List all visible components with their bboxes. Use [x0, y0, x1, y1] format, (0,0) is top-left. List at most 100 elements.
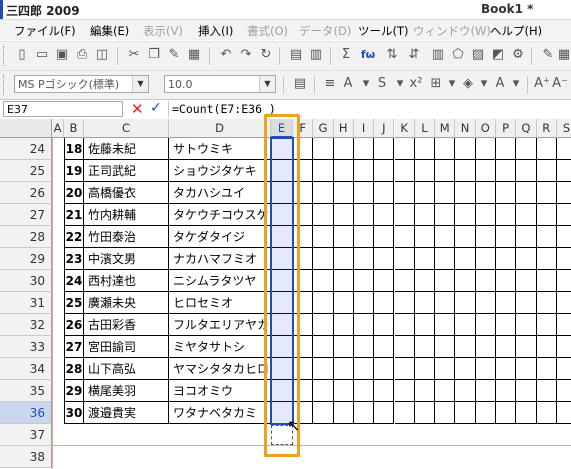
cell-empty[interactable]: [394, 292, 415, 314]
cell-empty[interactable]: [313, 204, 334, 226]
cell-empty[interactable]: [374, 138, 395, 160]
menu-view[interactable]: 表示(V): [143, 23, 183, 39]
cell-empty[interactable]: [435, 358, 456, 380]
cell-empty[interactable]: [333, 226, 354, 248]
row-header-26[interactable]: 26: [0, 182, 52, 204]
cell-empty[interactable]: [475, 248, 496, 270]
cell-empty[interactable]: [536, 182, 557, 204]
paste-icon[interactable]: ✎: [166, 47, 182, 63]
cell-empty[interactable]: [475, 226, 496, 248]
cell-empty[interactable]: [496, 336, 517, 358]
row-header-29[interactable]: 29: [0, 248, 52, 270]
column-header-o[interactable]: O: [475, 119, 496, 138]
row-header-31[interactable]: 31: [0, 292, 52, 314]
dropdown-icon[interactable]: ▾: [444, 76, 460, 92]
cell-empty[interactable]: [353, 204, 375, 226]
sum-icon[interactable]: Σ: [338, 47, 354, 63]
cell-empty[interactable]: [353, 292, 375, 314]
cell-empty[interactable]: [353, 182, 375, 204]
cell-empty[interactable]: [496, 380, 517, 402]
column-header-c[interactable]: C: [84, 119, 169, 138]
sort-desc-icon[interactable]: ⇵: [406, 47, 422, 63]
cell-empty[interactable]: [516, 182, 537, 204]
cell-kana[interactable]: サトウミキ: [169, 138, 271, 160]
cell-empty[interactable]: [536, 138, 557, 160]
cell-empty[interactable]: [556, 204, 571, 226]
cell-empty[interactable]: [455, 182, 476, 204]
column-header-l[interactable]: L: [414, 119, 436, 138]
function-icon[interactable]: fω: [360, 47, 376, 63]
cell-empty[interactable]: [333, 160, 354, 182]
format-painter-icon[interactable]: ▦: [186, 47, 202, 63]
cell-empty[interactable]: [536, 204, 557, 226]
cell-number[interactable]: 27: [64, 336, 84, 358]
cell-empty[interactable]: [374, 160, 395, 182]
column-header-i[interactable]: I: [353, 119, 375, 138]
cell-empty[interactable]: [435, 336, 456, 358]
preview-icon[interactable]: ◫: [94, 47, 110, 63]
cell-empty[interactable]: [536, 292, 557, 314]
column-header-p[interactable]: P: [496, 119, 517, 138]
cell-empty[interactable]: [556, 182, 571, 204]
new-icon[interactable]: ▯: [14, 47, 30, 63]
cell-empty[interactable]: [414, 160, 436, 182]
cell-number[interactable]: 19: [64, 160, 84, 182]
cell-empty[interactable]: [414, 314, 436, 336]
cell-empty[interactable]: [556, 402, 571, 424]
cell-kana[interactable]: ミヤタサトシ: [169, 336, 271, 358]
menu-file[interactable]: ファイル(F): [14, 23, 76, 39]
cell-empty[interactable]: [414, 336, 436, 358]
cell-kana[interactable]: ナカハマフミオ: [169, 248, 271, 270]
column-header-a[interactable]: A: [52, 119, 64, 138]
cell-empty[interactable]: [435, 248, 456, 270]
cell-empty[interactable]: [374, 292, 395, 314]
cell-empty[interactable]: [496, 138, 517, 160]
cell-empty[interactable]: [536, 226, 557, 248]
row-header-34[interactable]: 34: [0, 358, 52, 380]
cell-empty[interactable]: [333, 380, 354, 402]
cell-kana[interactable]: ワタナベタカミ: [169, 402, 271, 424]
cell-empty[interactable]: [353, 336, 375, 358]
cell-empty[interactable]: [536, 160, 557, 182]
cell-name[interactable]: 西村達也: [84, 270, 169, 292]
cell-empty[interactable]: [455, 358, 476, 380]
cell-empty[interactable]: [374, 358, 395, 380]
cell-kana[interactable]: ヨコオミウ: [169, 380, 271, 402]
cell-number[interactable]: 22: [64, 226, 84, 248]
grow-font-icon[interactable]: A⁺: [534, 76, 550, 92]
cell-empty[interactable]: [496, 248, 517, 270]
cell-number[interactable]: 21: [64, 204, 84, 226]
cell-empty[interactable]: [353, 270, 375, 292]
cell-kana[interactable]: タカハシユイ: [169, 182, 271, 204]
cell-empty[interactable]: [435, 292, 456, 314]
cell-empty[interactable]: [313, 314, 334, 336]
dropdown-icon[interactable]: ▾: [508, 76, 524, 92]
cell-empty[interactable]: [394, 138, 415, 160]
row-header-32[interactable]: 32: [0, 314, 52, 336]
cell-empty[interactable]: [455, 204, 476, 226]
cell-empty[interactable]: [353, 402, 375, 424]
cell-empty[interactable]: [313, 402, 334, 424]
cell-empty[interactable]: [516, 270, 537, 292]
edit-icon[interactable]: ✎: [540, 47, 556, 63]
row-header-36[interactable]: 36: [0, 402, 52, 424]
cell-empty[interactable]: [435, 226, 456, 248]
cell-empty[interactable]: [455, 314, 476, 336]
cell-empty[interactable]: [414, 380, 436, 402]
cell-empty[interactable]: [455, 402, 476, 424]
cell-empty[interactable]: [435, 160, 456, 182]
cell-name[interactable]: 中濱文男: [84, 248, 169, 270]
row-header-27[interactable]: 27: [0, 204, 52, 226]
cell-name[interactable]: 山下高弘: [84, 358, 169, 380]
column-header-h[interactable]: H: [333, 119, 354, 138]
cell-empty[interactable]: [516, 402, 537, 424]
chevron-down-icon[interactable]: ▼: [132, 76, 148, 92]
cell-kana[interactable]: タケダタイジ: [169, 226, 271, 248]
dropdown-icon[interactable]: ▾: [476, 76, 492, 92]
cell-empty[interactable]: [374, 182, 395, 204]
cell-empty[interactable]: [496, 402, 517, 424]
toolbar-grip[interactable]: [3, 75, 7, 95]
cell-empty[interactable]: [516, 226, 537, 248]
cell-empty[interactable]: [556, 270, 571, 292]
cell-empty[interactable]: [333, 336, 354, 358]
